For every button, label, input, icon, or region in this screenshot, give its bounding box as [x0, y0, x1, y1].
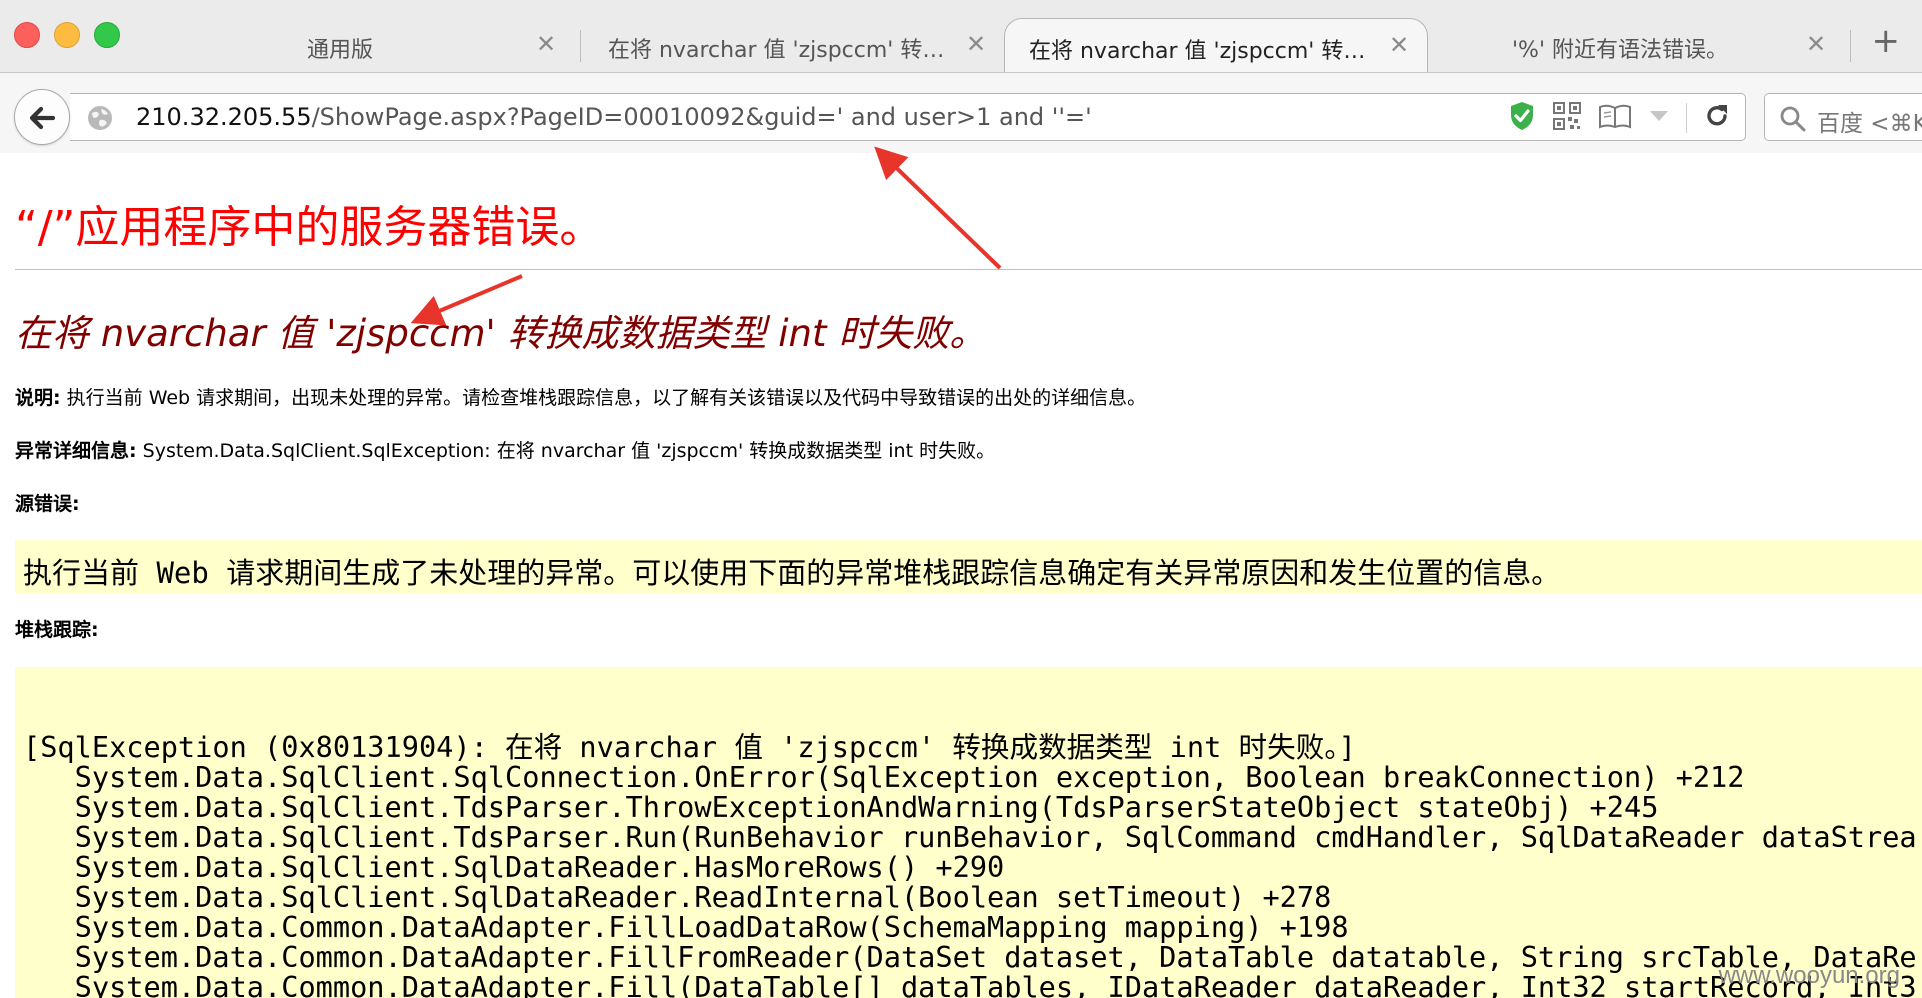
url-path: /ShowPage.aspx?PageID=00010092&guid=' an… — [311, 103, 1092, 131]
url-host: 210.32.205.55 — [136, 103, 312, 131]
description-label: 说明: — [15, 387, 61, 409]
tab-title: 在将 nvarchar 值 'zjspccm' 转换成数据类型 int 时失败。 — [1029, 39, 1387, 64]
back-arrow-icon — [29, 106, 56, 130]
tab-close-icon[interactable]: ✕ — [1387, 31, 1411, 59]
tab-1[interactable]: 通用版 ✕ — [150, 18, 570, 72]
tab-separator — [1850, 30, 1851, 62]
exception-details-line: 异常详细信息: System.Data.SqlClient.SqlExcepti… — [15, 436, 995, 463]
stack-line: System.Data.SqlClient.SqlDataReader.Read… — [23, 880, 1332, 914]
qr-code-icon[interactable] — [1552, 101, 1582, 135]
page-content: “/”应用程序中的服务器错误。 在将 nvarchar 值 'zjspccm' … — [0, 153, 1922, 998]
page-title: “/”应用程序中的服务器错误。 — [15, 202, 604, 253]
source-error-heading: 源错误: — [15, 489, 80, 516]
reload-icon[interactable] — [1703, 102, 1731, 134]
stack-line: System.Data.SqlClient.TdsParser.Run(RunB… — [23, 820, 1917, 854]
stack-line: System.Data.Common.DataAdapter.FillLoadD… — [23, 910, 1349, 944]
source-error-box: 执行当前 Web 请求期间生成了未处理的异常。可以使用下面的异常堆栈跟踪信息确定… — [15, 540, 1922, 594]
source-error-label: 源错误: — [15, 493, 80, 515]
stack-line: System.Data.SqlClient.SqlConnection.OnEr… — [23, 760, 1745, 794]
search-bar[interactable]: 百度 <⌘K> — [1764, 93, 1922, 141]
stack-line: [SqlException (0x80131904): 在将 nvarchar … — [23, 730, 1356, 764]
tab-close-icon[interactable]: ✕ — [964, 30, 988, 58]
source-error-text: 执行当前 Web 请求期间生成了未处理的异常。可以使用下面的异常堆栈跟踪信息确定… — [23, 556, 1561, 590]
dropdown-arrow-icon[interactable] — [1648, 108, 1670, 128]
close-window-button[interactable] — [14, 22, 40, 48]
minimize-window-button[interactable] — [54, 22, 80, 48]
tab-separator — [580, 30, 581, 62]
tab-2[interactable]: 在将 nvarchar 值 'zjspccm' 转换成数据类型 int 时失败。… — [590, 18, 1000, 72]
address-bar[interactable]: 210.32.205.55/ShowPage.aspx?PageID=00010… — [70, 93, 1746, 141]
url-bar-icons — [1508, 101, 1731, 135]
zoom-window-button[interactable] — [94, 22, 120, 48]
stack-line: System.Data.SqlClient.SqlDataReader.HasM… — [23, 850, 1005, 884]
url-text[interactable]: 210.32.205.55/ShowPage.aspx?PageID=00010… — [136, 103, 1092, 131]
browser-chrome: 通用版 ✕ 在将 nvarchar 值 'zjspccm' 转换成数据类型 in… — [0, 0, 1922, 153]
new-tab-button[interactable]: + — [1872, 24, 1901, 58]
stack-trace-box: [SqlException (0x80131904): 在将 nvarchar … — [15, 667, 1922, 998]
reader-view-icon[interactable] — [1598, 102, 1632, 134]
globe-icon — [86, 104, 114, 136]
tab-4[interactable]: '%' 附近有语法错误。 ✕ — [1440, 18, 1840, 72]
title-divider — [15, 269, 1922, 270]
tab-bar: 通用版 ✕ 在将 nvarchar 值 'zjspccm' 转换成数据类型 in… — [0, 0, 1922, 72]
stack-line: System.Data.SqlClient.TdsParser.ThrowExc… — [23, 790, 1659, 824]
error-message: 在将 nvarchar 值 'zjspccm' 转换成数据类型 int 时失败。 — [15, 312, 987, 355]
search-icon — [1780, 106, 1806, 132]
description-line: 说明: 执行当前 Web 请求期间，出现未处理的异常。请检查堆栈跟踪信息，以了解… — [15, 383, 1146, 410]
back-button[interactable] — [14, 89, 70, 145]
description-text: 执行当前 Web 请求期间，出现未处理的异常。请检查堆栈跟踪信息，以了解有关该错… — [60, 387, 1147, 409]
tab-close-icon[interactable]: ✕ — [1804, 30, 1828, 58]
stack-line: System.Data.Common.DataAdapter.FillFromR… — [23, 940, 1917, 974]
stack-trace-heading: 堆栈跟踪: — [15, 615, 99, 642]
exception-text: System.Data.SqlClient.SqlException: 在将 n… — [136, 440, 996, 462]
tab-3-active[interactable]: 在将 nvarchar 值 'zjspccm' 转换成数据类型 int 时失败。… — [1004, 18, 1428, 72]
tab-title: 通用版 — [306, 38, 373, 63]
tab-title: '%' 附近有语法错误。 — [1512, 38, 1728, 63]
tab-title: 在将 nvarchar 值 'zjspccm' 转换成数据类型 int 时失败。 — [608, 38, 960, 63]
search-placeholder: 百度 <⌘K> — [1817, 111, 1922, 137]
stack-trace-label: 堆栈跟踪: — [15, 619, 99, 641]
shield-check-icon[interactable] — [1508, 100, 1536, 136]
watermark: www.wooyun.org — [1718, 962, 1900, 989]
stack-line: System.Data.Common.DataAdapter.Fill(Data… — [23, 970, 1917, 998]
url-bar-divider — [1686, 103, 1687, 133]
tab-close-icon[interactable]: ✕ — [534, 30, 558, 58]
navigation-toolbar: 210.32.205.55/ShowPage.aspx?PageID=00010… — [0, 72, 1922, 153]
exception-label: 异常详细信息: — [15, 440, 137, 462]
